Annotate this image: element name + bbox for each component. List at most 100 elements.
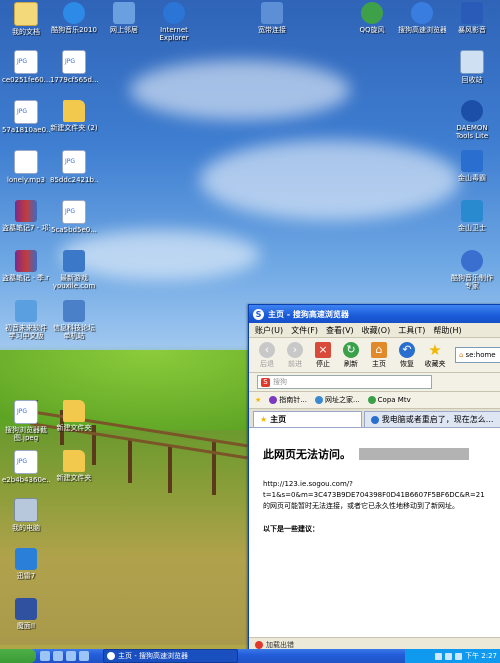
desktop-icon-mp3[interactable]: lonely.mp3 <box>2 150 50 184</box>
desktop-icon-my-documents[interactable]: 我的文档 <box>2 2 50 36</box>
jpeg-file-icon <box>14 400 38 424</box>
desktop-icon-jpg[interactable]: ce0251fe60... <box>2 50 50 84</box>
jpg-file-icon <box>62 200 86 224</box>
desktop-icon-jpg[interactable]: 5ca5bd5e0... <box>50 200 98 234</box>
desktop-icon-jpg[interactable]: 1779cf565d... <box>50 50 98 84</box>
menu-tools[interactable]: 工具(T) <box>398 325 425 336</box>
home-icon: ⌂ <box>459 351 464 359</box>
back-arrow-icon: ‹ <box>259 341 275 358</box>
menu-file[interactable]: 文件(F) <box>291 325 318 336</box>
desktop-icon-network[interactable]: 网上邻居 <box>100 2 148 34</box>
window-titlebar[interactable]: S 主页 - 搜狗高速浏览器 <box>249 305 500 323</box>
globe-icon <box>367 396 376 404</box>
favorite-link-home[interactable]: 网址之家... <box>314 395 360 405</box>
daemon-tools-icon <box>461 100 483 122</box>
sogou-logo-icon <box>107 652 115 660</box>
star-icon: ★ <box>260 415 268 424</box>
menu-help[interactable]: 帮助(H) <box>433 325 461 336</box>
recycle-bin-icon <box>460 50 484 74</box>
kugou-maker-icon <box>461 250 483 272</box>
compass-icon <box>269 396 278 404</box>
desktop-icon-kingsoft-guard[interactable]: 金山卫士 <box>448 200 496 232</box>
refresh-button[interactable]: ↻ 刷新 <box>339 341 363 369</box>
tray-icon[interactable] <box>435 652 443 660</box>
qq-whirlwind-icon <box>361 2 383 24</box>
forward-button[interactable]: › 前进 <box>283 341 307 369</box>
desktop-icon-folder[interactable]: 新建文件夹 <box>50 450 98 482</box>
stop-button[interactable]: × 停止 <box>311 341 335 369</box>
error-icon <box>255 641 263 649</box>
favorites-star-icon[interactable]: ★ <box>255 396 261 404</box>
desktop-icon-my-computer[interactable]: 我的电脑 <box>2 498 50 532</box>
start-button[interactable] <box>0 649 36 663</box>
sogou-search-icon: S <box>261 377 270 387</box>
cloud <box>200 140 460 220</box>
desktop-icon-sogou-browser[interactable]: 搜狗高速浏览器 <box>398 2 446 34</box>
tab-question[interactable]: 我电脑或者重启了，现在怎么... <box>363 411 500 427</box>
taskbar-item-browser[interactable]: 主页 - 搜狗高速浏览器 <box>103 649 238 663</box>
refresh-icon: ↻ <box>343 341 359 358</box>
desktop-icon-kugou-maker[interactable]: 酷狗音乐制作专家 <box>448 250 496 290</box>
desktop-icon-kugou[interactable]: 酷狗音乐2010 <box>50 2 98 34</box>
desktop-icon-jpg[interactable]: e2b4b4360e... <box>2 450 50 484</box>
desktop-icon-kingsoft-antivirus[interactable]: 金山毒霸 <box>448 150 496 182</box>
desktop-icon-jpg[interactable]: 57a1810ae0... <box>2 100 50 134</box>
tab-home[interactable]: ★ 主页 <box>253 411 362 427</box>
desktop-icon-app[interactable]: 初音未来软件学习中文版 <box>2 300 50 340</box>
folder-icon <box>63 400 85 422</box>
menu-favorites[interactable]: 收藏(O) <box>362 325 391 336</box>
sogou-browser-window[interactable]: S 主页 - 搜狗高速浏览器 账户(U) 文件(F) 查看(V) 收藏(O) 工… <box>248 304 500 653</box>
sogou-logo-icon: S <box>253 308 264 320</box>
restore-button[interactable]: ↶ 恢复 <box>395 341 419 369</box>
favorite-link-copa[interactable]: Copa Mtv <box>367 396 411 404</box>
desktop-icon-daemon-tools[interactable]: DAEMON Tools Lite <box>448 100 496 140</box>
favorites-button[interactable]: ★ 收藏夹 <box>423 342 447 369</box>
home-button[interactable]: ⌂ 主页 <box>367 341 391 369</box>
kingsoft-guard-icon <box>461 200 483 222</box>
search-input[interactable]: S 搜狗 <box>257 375 432 389</box>
quicklaunch-icon[interactable] <box>66 651 76 661</box>
desktop-icon-rar[interactable]: 盗墓笔记7 - 邛笼石影.rar <box>2 200 50 232</box>
menu-account[interactable]: 账户(U) <box>255 325 283 336</box>
home-icon: ⌂ <box>371 341 387 358</box>
tray-icon[interactable] <box>445 652 453 660</box>
desktop-icon-broadband[interactable]: 宽带连接 <box>248 2 296 34</box>
app-icon <box>15 300 37 322</box>
baofeng-icon <box>461 2 483 24</box>
desktop-icon-recycle-bin[interactable]: 回收站 <box>448 50 496 84</box>
jpg-file-icon <box>14 50 38 74</box>
globe-icon <box>314 396 323 404</box>
quicklaunch-icon[interactable] <box>53 651 63 661</box>
back-button[interactable]: ‹ 后退 <box>255 341 279 369</box>
network-icon <box>113 2 135 24</box>
page-content: 此网页无法访问。 http://123.ie.sogou.com/? t=1&s… <box>249 428 500 546</box>
desktop-icon-jpg[interactable]: 85ddc2421b... <box>50 150 98 184</box>
star-icon: ★ <box>428 340 442 359</box>
app-icon <box>15 598 37 620</box>
quicklaunch-icon[interactable] <box>79 651 89 661</box>
fence-post <box>212 440 216 495</box>
desktop-icon-folder[interactable]: 新建文件夹 (2) <box>50 100 98 132</box>
desktop-icon-game[interactable]: 最新游戏 youxile.com <box>50 250 98 290</box>
desktop-icon-app[interactable]: 信息科技论坛单机站 <box>50 300 98 340</box>
menu-bar: 账户(U) 文件(F) 查看(V) 收藏(O) 工具(T) 帮助(H) <box>249 323 500 338</box>
clock[interactable]: 下午 2:27 <box>465 651 497 661</box>
desktop-icon-qq-whirlwind[interactable]: QQ旋风 <box>348 2 396 34</box>
fence-post <box>128 438 132 483</box>
mp3-file-icon <box>14 150 38 174</box>
desktop-icon-ie[interactable]: Internet Explorer <box>150 2 198 42</box>
desktop-icon-jpeg[interactable]: 搜狗浏览器截图.jpeg <box>2 400 50 442</box>
desktop-icon-folder[interactable]: 新建文件夹 <box>50 400 98 432</box>
folder-icon <box>63 100 85 122</box>
desktop-icon-baofeng[interactable]: 暴风影音 <box>448 2 496 34</box>
address-bar[interactable]: ⌂ se:home <box>455 347 500 363</box>
tray-icon[interactable] <box>455 652 463 660</box>
menu-view[interactable]: 查看(V) <box>326 325 354 336</box>
quicklaunch-icon[interactable] <box>40 651 50 661</box>
desktop-icon-rar[interactable]: 盗墓笔记 - 季.rar <box>2 250 50 282</box>
favorite-link-compass[interactable]: 指南针... <box>269 395 307 405</box>
nav-toolbar: ‹ 后退 › 前进 × 停止 ↻ 刷新 ⌂ 主页 ↶ 恢复 ★ 收藏夹 ⌂ se <box>249 338 500 373</box>
desktop-icon-thunder[interactable]: 迅雷7 <box>2 548 50 580</box>
error-message: 的网页可能暂时无法连接，或者它已永久性地移动到了新网址。 <box>263 502 459 510</box>
desktop-icon-app[interactable]: 魔面II <box>2 598 50 630</box>
